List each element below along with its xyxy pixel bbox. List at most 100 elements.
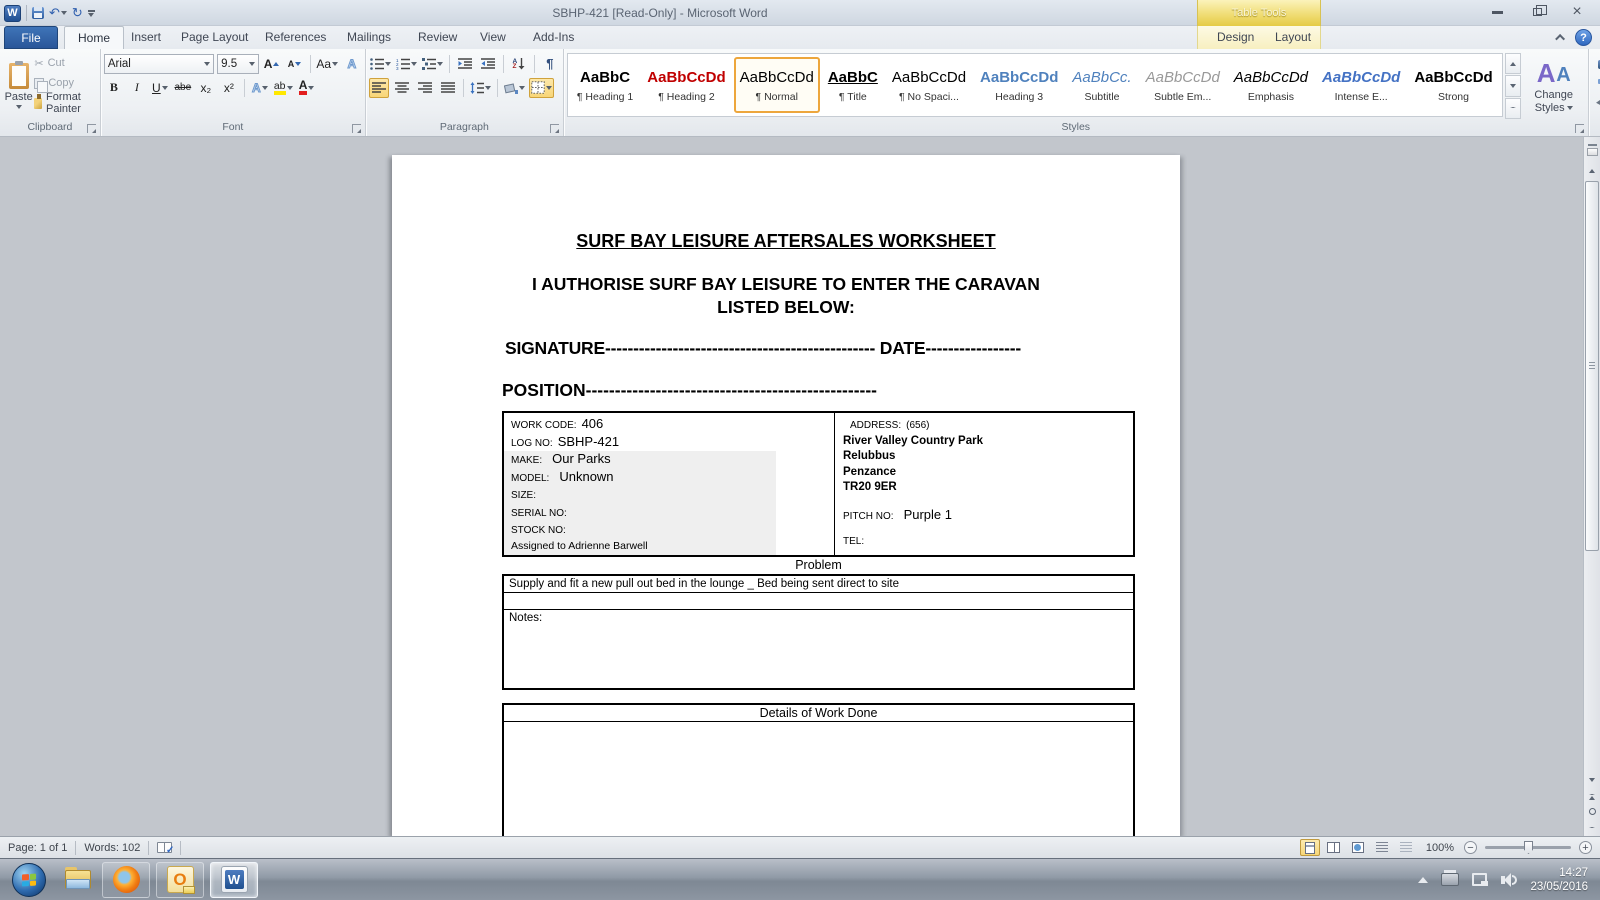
font-dialog-launcher[interactable]: [351, 124, 361, 133]
page-count[interactable]: Page: 1 of 1: [0, 837, 75, 858]
paste-button[interactable]: Paste: [3, 52, 34, 120]
tab-insert[interactable]: Insert: [118, 26, 174, 49]
style-subtle-emphasis[interactable]: AaBbCcDd Subtle Em...: [1140, 57, 1226, 113]
start-button[interactable]: [12, 862, 46, 897]
styles-scroll-down-button[interactable]: [1504, 75, 1521, 97]
scrollbar-thumb[interactable]: [1585, 181, 1599, 551]
restore-button[interactable]: [1524, 4, 1550, 20]
scroll-down-button[interactable]: [1585, 772, 1599, 788]
tab-file[interactable]: File: [4, 26, 58, 49]
spellcheck-status[interactable]: ✓: [149, 837, 180, 858]
paragraph-dialog-launcher[interactable]: [549, 124, 559, 133]
borders-button[interactable]: [528, 77, 554, 98]
justify-button[interactable]: [438, 78, 458, 98]
style-heading-1[interactable]: AaBbC ¶ Heading 1: [571, 57, 639, 113]
draft-view-button[interactable]: [1396, 839, 1416, 856]
style-emphasis[interactable]: AaBbCcDd Emphasis: [1228, 57, 1314, 113]
tab-review[interactable]: Review: [405, 26, 470, 49]
zoom-level[interactable]: 100%: [1420, 842, 1460, 854]
strikethrough-button[interactable]: abe: [173, 78, 193, 98]
next-page-button[interactable]: [1585, 820, 1599, 835]
shading-dropdown-icon[interactable]: [518, 85, 525, 90]
style-no-spacing[interactable]: AaBbCcDd ¶ No Spaci...: [886, 57, 972, 113]
ruler-toggle-button[interactable]: [1585, 139, 1599, 161]
bullets-dropdown-icon[interactable]: [384, 61, 391, 66]
change-styles-button[interactable]: A A Change Styles: [1523, 52, 1585, 120]
printer-tray-icon[interactable]: [1441, 870, 1460, 886]
highlight-dropdown-icon[interactable]: [286, 85, 293, 90]
shrink-font-button[interactable]: A: [285, 54, 305, 74]
font-family-combo[interactable]: Arial: [103, 53, 215, 74]
redo-button[interactable]: ↻: [72, 5, 83, 21]
document-page[interactable]: SURF BAY LEISURE AFTERSALES WORKSHEET I …: [392, 155, 1180, 836]
style-heading-2[interactable]: AaBbCcDd ¶ Heading 2: [641, 57, 731, 113]
tab-page-layout[interactable]: Page Layout: [168, 26, 261, 49]
minimize-button[interactable]: [1484, 4, 1510, 20]
copy-button[interactable]: Copy: [34, 75, 97, 93]
taskbar-word-button[interactable]: W: [210, 861, 258, 898]
text-effects-dropdown-icon[interactable]: [261, 85, 268, 90]
word-count[interactable]: Words: 102: [76, 837, 148, 858]
underline-button[interactable]: U: [150, 78, 170, 98]
styles-dialog-launcher[interactable]: [1574, 124, 1584, 133]
save-button[interactable]: [32, 7, 44, 19]
tab-add-ins[interactable]: Add-Ins: [520, 26, 587, 49]
style-strong[interactable]: AaBbCcDd Strong: [1408, 57, 1498, 113]
close-button[interactable]: ×: [1564, 3, 1590, 20]
taskbar-explorer-button[interactable]: [60, 863, 96, 897]
vertical-scrollbar[interactable]: [1583, 137, 1600, 836]
style-heading-3[interactable]: AaBbCcDd Heading 3: [974, 57, 1064, 113]
undo-dropdown-icon[interactable]: [60, 11, 67, 15]
borders-dropdown-icon[interactable]: [545, 85, 552, 90]
customize-qat-button[interactable]: [87, 9, 95, 17]
sort-button[interactable]: AZ: [509, 54, 529, 74]
undo-button[interactable]: ↶: [49, 5, 67, 21]
tab-home[interactable]: Home: [64, 26, 125, 49]
cut-button[interactable]: ✂ Cut: [34, 55, 97, 71]
align-right-button[interactable]: [415, 78, 435, 98]
change-case-button[interactable]: Aa: [316, 54, 339, 74]
tab-mailings[interactable]: Mailings: [334, 26, 404, 49]
font-family-dropdown-icon[interactable]: [204, 61, 211, 66]
taskbar-clock[interactable]: 14:27 23/05/2016: [1530, 866, 1588, 894]
clipboard-dialog-launcher[interactable]: [86, 124, 96, 133]
taskbar-firefox-button[interactable]: [102, 861, 150, 898]
font-size-combo[interactable]: 9.5: [217, 53, 259, 74]
multilevel-list-button[interactable]: [421, 54, 444, 74]
tab-references[interactable]: References: [252, 26, 339, 49]
paste-dropdown-icon[interactable]: [15, 105, 22, 109]
style-intense-emphasis[interactable]: AaBbCcDd Intense E...: [1316, 57, 1406, 113]
previous-page-button[interactable]: [1585, 789, 1599, 804]
clear-formatting-button[interactable]: A: [342, 54, 362, 74]
show-hidden-icons-button[interactable]: [1418, 876, 1429, 883]
numbering-button[interactable]: 123: [395, 54, 418, 74]
text-effects-button[interactable]: A: [250, 78, 270, 98]
line-spacing-dropdown-icon[interactable]: [484, 85, 491, 90]
multilevel-dropdown-icon[interactable]: [436, 61, 443, 66]
show-hide-paragraph-button[interactable]: ¶: [540, 54, 560, 74]
font-color-dropdown-icon[interactable]: [308, 85, 315, 90]
numbering-dropdown-icon[interactable]: [410, 61, 417, 66]
network-tray-icon[interactable]: [1472, 873, 1489, 886]
zoom-in-button[interactable]: +: [1579, 841, 1592, 854]
italic-button[interactable]: I: [127, 78, 147, 98]
underline-dropdown-icon[interactable]: [161, 85, 168, 90]
align-center-button[interactable]: [392, 78, 412, 98]
styles-more-button[interactable]: [1504, 97, 1521, 119]
style-normal[interactable]: AaBbCcDd ¶ Normal: [733, 57, 820, 113]
zoom-slider-thumb[interactable]: [1524, 841, 1533, 854]
style-title[interactable]: AaBbC ¶ Title: [822, 57, 884, 113]
increase-indent-button[interactable]: [478, 54, 498, 74]
line-spacing-button[interactable]: [469, 78, 492, 98]
grow-font-button[interactable]: A: [262, 54, 282, 74]
superscript-button[interactable]: x²: [219, 78, 239, 98]
styles-scroll-up-button[interactable]: [1504, 53, 1521, 75]
tab-layout[interactable]: Layout: [1262, 26, 1324, 49]
subscript-button[interactable]: x₂: [196, 78, 216, 98]
style-subtitle[interactable]: AaBbCc. Subtitle: [1066, 57, 1137, 113]
zoom-slider[interactable]: [1485, 841, 1571, 854]
decrease-indent-button[interactable]: [455, 54, 475, 74]
word-app-icon[interactable]: W: [4, 4, 21, 22]
select-browse-object-button[interactable]: [1585, 804, 1599, 819]
font-size-dropdown-icon[interactable]: [248, 61, 255, 66]
